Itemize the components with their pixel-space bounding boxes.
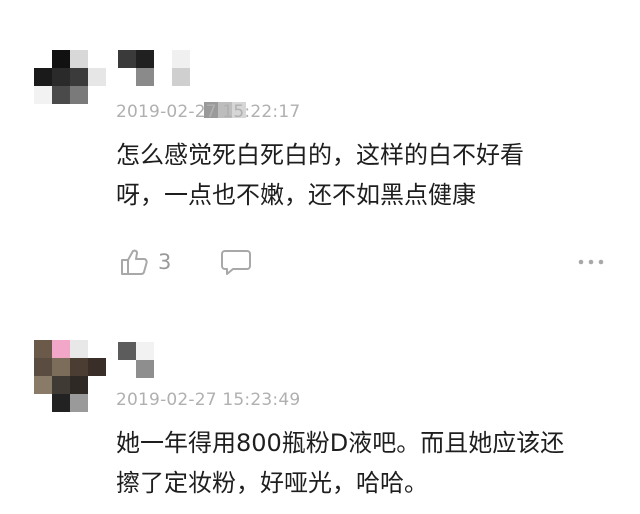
more-button[interactable] (576, 252, 606, 272)
thumbs-up-icon (121, 249, 148, 275)
comment-timestamp: 2019-02-27 15:23:49 (116, 390, 301, 410)
like-button[interactable]: 3 (120, 246, 171, 278)
comment-timestamp: 2019-02-27 15:22:17 (116, 102, 301, 122)
comment-item: 2019-02-27 15:23:49 她一年得用800瓶粉D液吧。而且她应该还… (0, 320, 640, 514)
comment-text-line: 擦了定妆粉，好哑光，哈哈。 (116, 469, 428, 497)
avatar[interactable] (34, 340, 106, 412)
more-dots-icon (578, 259, 604, 265)
username[interactable] (118, 50, 190, 86)
comment-text: 怎么感觉死白死白的，这样的白不好看 呀，一点也不嫩，还不如黑点健康 (116, 135, 616, 215)
like-count: 3 (158, 250, 172, 274)
comment-text-line: 怎么感觉死白死白的，这样的白不好看 (116, 141, 524, 169)
avatar[interactable] (34, 50, 106, 104)
comment-text-line: 她一年得用800瓶粉D液吧。而且她应该还 (116, 429, 565, 457)
comment-item: 2019-02-27 15:22:17 怎么感觉死白死白的，这样的白不好看 呀，… (0, 0, 640, 320)
comment-text: 她一年得用800瓶粉D液吧。而且她应该还 擦了定妆粉，好哑光，哈哈。 (116, 423, 616, 503)
username[interactable] (118, 342, 154, 378)
comment-actions: 3 (116, 244, 606, 280)
comment-bubble-icon (221, 250, 251, 275)
reply-button[interactable] (220, 247, 252, 277)
comment-text-line: 呀，一点也不嫩，还不如黑点健康 (116, 181, 476, 209)
